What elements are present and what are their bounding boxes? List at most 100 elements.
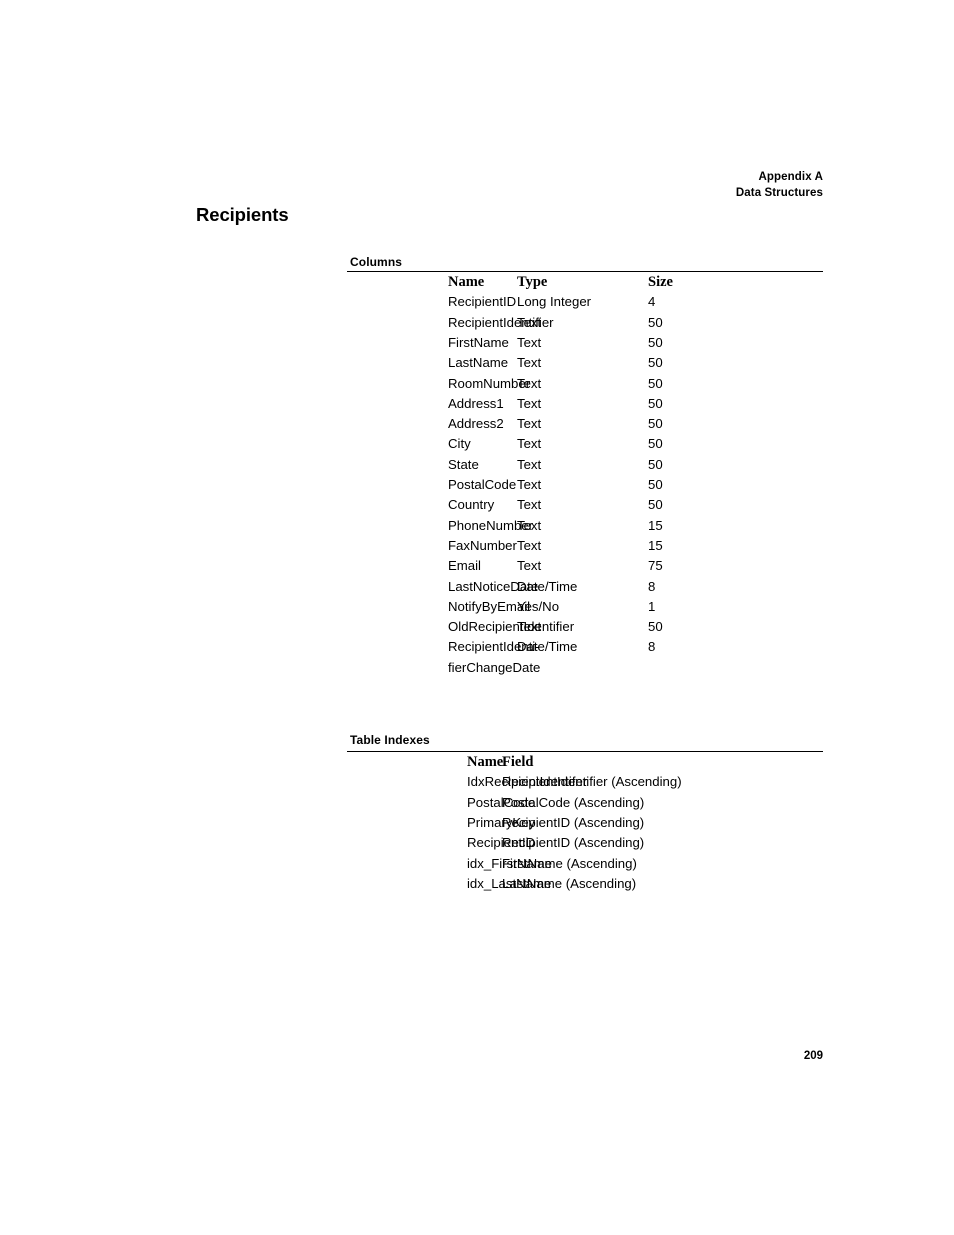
cell-column-name: State (448, 456, 479, 472)
table-row: LastNoticeDate Date/Time 8 (347, 577, 823, 597)
table-row: Email Text 75 (347, 556, 823, 576)
table-header-row: Name Field (347, 752, 823, 772)
running-header-line-2: Data Structures (735, 186, 823, 199)
column-header-type: Type (517, 274, 548, 290)
cell-index-name: idx_FirstName (467, 855, 553, 871)
cell-column-type: Text (517, 477, 542, 493)
column-header-size: Size (648, 274, 673, 290)
columns-table: Name Type Size RecipientID Long Integer 4 R… (347, 271, 823, 678)
columns-table-head: Name Type Size (347, 272, 823, 292)
cell-index-name: PostalCode (467, 794, 536, 810)
table-row: State Text 50 (347, 455, 823, 475)
cell-column-size: 4 (648, 294, 656, 310)
cell-column-size: 50 (648, 335, 663, 350)
cell-column-type: Text (517, 619, 542, 635)
cell-column-type: Text (517, 355, 542, 371)
column-header-name: Name (448, 274, 485, 290)
page-number: 209 (803, 1050, 823, 1062)
cell-column-name: PostalCode (448, 477, 517, 493)
cell-column-name: City (448, 436, 471, 452)
table-row: Country Text 50 (347, 495, 823, 515)
cell-column-name: RecipientIdentifier (448, 314, 554, 330)
cell-column-size: 15 (648, 517, 663, 533)
cell-column-type: Text (517, 375, 542, 391)
columns-section-label: Columns (350, 255, 403, 269)
cell-column-size: 8 (648, 578, 656, 594)
cell-column-size: 50 (648, 456, 663, 472)
table-row: PhoneNumber Text 15 (347, 516, 823, 536)
cell-column-type: Text (517, 517, 542, 533)
cell-column-type: Text (517, 416, 542, 432)
cell-column-size: 50 (648, 436, 663, 452)
cell-index-name: idx_LastName (467, 875, 552, 891)
cell-index-name: IdxRecipientIdentifer (467, 774, 588, 790)
column-header-field: Field (502, 754, 534, 770)
cell-index-name: RecipientID (467, 835, 536, 851)
table-row: LastName Text 50 (347, 353, 823, 373)
cell-column-type: Text (517, 436, 542, 452)
table-row: PrimaryKey RecipientID (Ascending) (347, 813, 823, 833)
table-row: Address2 Text 50 (347, 414, 823, 434)
cell-column-type: Text (517, 537, 542, 553)
cell-column-size: 8 (648, 639, 656, 655)
cell-column-size: 50 (648, 477, 663, 493)
table-row: RecipientIdenti- fierChangeDate Date/Time… (347, 637, 823, 678)
cell-column-type: Text (517, 395, 542, 411)
cell-column-type: Text (517, 456, 542, 472)
cell-column-type: Text (517, 335, 542, 350)
cell-column-size: 50 (648, 375, 663, 391)
table-row: RecipientIdentifier Text 50 (347, 313, 823, 333)
cell-column-name: LastNoticeDate (448, 578, 539, 594)
cell-column-size: 50 (648, 314, 663, 330)
table-row: RecipientID RecipientID (Ascending) (347, 833, 823, 853)
cell-index-field: LastName (Ascending) (502, 875, 637, 891)
cell-column-size: 75 (648, 558, 663, 574)
cell-column-type: Text (517, 497, 542, 513)
cell-column-name: PhoneNumber (448, 517, 534, 533)
cell-column-type: Text (517, 558, 542, 574)
indexes-table-head: Name Field (347, 752, 823, 772)
table-row: RoomNumber Text 50 (347, 374, 823, 394)
cell-column-name: OldRecipientIdentifier (448, 619, 575, 635)
cell-column-size: 15 (648, 537, 663, 553)
table-header-row: Name Type Size (347, 272, 823, 292)
cell-column-size: 50 (648, 619, 663, 635)
cell-index-field: RecipientIdentifier (Ascending) (502, 774, 682, 790)
table-row: FaxNumber Text 15 (347, 536, 823, 556)
cell-column-name: NotifyByEmail (448, 598, 531, 614)
table-row: OldRecipientIdentifier Text 50 (347, 617, 823, 637)
cell-index-field: PostalCode (Ascending) (502, 794, 645, 810)
cell-column-name: FaxNumber (448, 537, 517, 553)
columns-table-body: RecipientID Long Integer 4 RecipientIdentif… (347, 292, 823, 678)
column-header-name: Name (467, 754, 504, 770)
table-row: RecipientID Long Integer 4 (347, 292, 823, 312)
table-row: idx_LastName LastName (Ascending) (347, 874, 823, 894)
cell-column-type: Yes/No (517, 598, 560, 614)
table-row: PostalCode PostalCode (Ascending) (347, 793, 823, 813)
cell-column-name: RecipientIdenti- fierChangeDate (448, 639, 541, 675)
cell-index-field: FirstName (Ascending) (502, 855, 637, 871)
indexes-table: Name Field IdxRecipientIdentifer Recipien… (347, 751, 823, 894)
cell-column-type: Date/Time (517, 578, 578, 594)
cell-column-name: LastName (448, 355, 509, 371)
indexes-table-body: IdxRecipientIdentifer RecipientIdentifier… (347, 772, 823, 894)
cell-column-size: 50 (648, 416, 663, 432)
document-page: Appendix A Data Structures Recipients Co… (0, 0, 954, 1235)
cell-column-name: RoomNumber (448, 375, 531, 391)
table-row: Address1 Text 50 (347, 394, 823, 414)
cell-index-field: RecipientID (Ascending) (502, 815, 645, 830)
table-row: IdxRecipientIdentifer RecipientIdentifier… (347, 772, 823, 792)
indexes-section-label: Table Indexes (350, 733, 430, 747)
cell-index-name: PrimaryKey (467, 815, 536, 830)
cell-column-size: 50 (648, 355, 663, 371)
cell-column-type: Text (517, 314, 542, 330)
table-row: FirstName Text 50 (347, 333, 823, 353)
cell-column-name: Address1 (448, 395, 504, 411)
cell-column-size: 50 (648, 395, 663, 411)
cell-column-size: 50 (648, 497, 663, 513)
cell-column-type: Date/Time (517, 639, 578, 655)
table-row: NotifyByEmail Yes/No 1 (347, 597, 823, 617)
cell-index-field: RecipientID (Ascending) (502, 835, 645, 851)
page-title: Recipients (196, 204, 289, 225)
running-header-line-1: Appendix A (758, 171, 823, 183)
